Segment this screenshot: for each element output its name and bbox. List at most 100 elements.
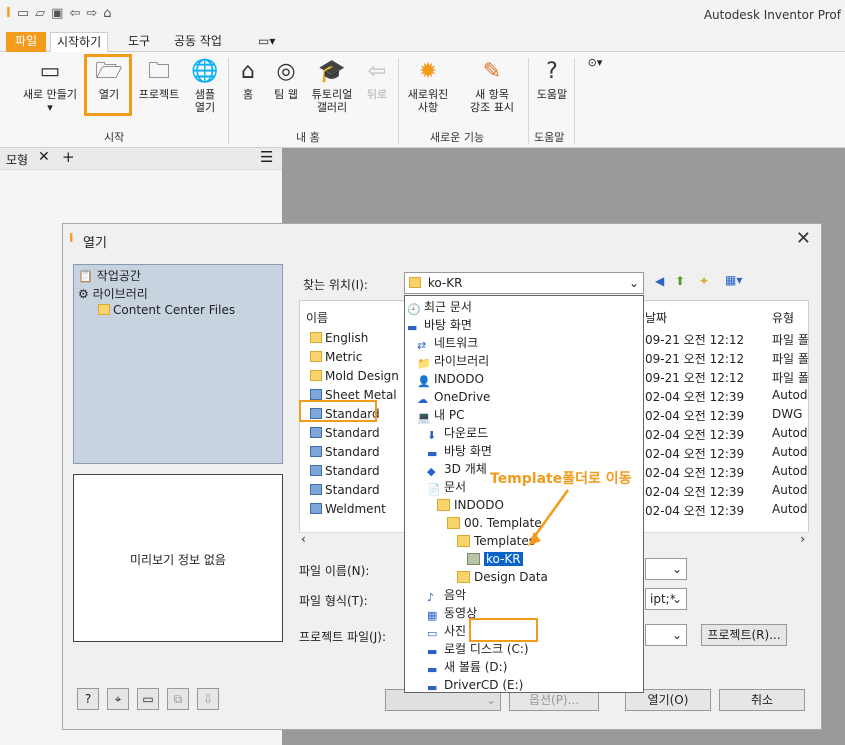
find-icon[interactable]: ⌖ <box>107 688 129 710</box>
home-button[interactable]: ⌂ 홈 <box>232 56 264 101</box>
file-name: Standard <box>325 483 380 497</box>
dropdown-item[interactable]: 🕘 최근 문서 <box>407 298 472 316</box>
cancel-button[interactable]: 취소 <box>719 689 805 711</box>
close-icon[interactable]: ✕ <box>38 149 50 165</box>
help-icon[interactable]: ? <box>77 688 99 710</box>
import-icon[interactable]: ⇩ <box>197 688 219 710</box>
file-row[interactable]: Standard <box>310 445 380 463</box>
close-icon[interactable]: ✕ <box>796 228 811 249</box>
dropdown-item[interactable]: ⬇ 다운로드 <box>427 424 488 442</box>
projectfile-combo[interactable]: ⌄ <box>645 624 687 646</box>
new-document-icon: ▭ <box>39 58 61 84</box>
dropdown-item[interactable]: 00. Template <box>447 514 542 532</box>
menu-icon[interactable]: ☰ <box>260 148 273 166</box>
dropdown-item-label: 3D 개체 <box>444 462 487 476</box>
file-row[interactable]: Metric <box>310 350 362 368</box>
dropdown-item[interactable]: ◆ 3D 개체 <box>427 460 487 478</box>
new-document-icon[interactable]: ▭ <box>137 688 159 710</box>
scroll-left-icon[interactable]: ‹ <box>301 532 306 546</box>
file-type: 파일 폴 <box>772 352 809 366</box>
place-library[interactable]: ⚙ 라이브러리 <box>78 285 148 302</box>
dropdown-item[interactable]: 📁 라이브러리 <box>417 352 489 370</box>
user-icon: 👤 <box>417 375 431 388</box>
back-icon[interactable]: ◀ <box>655 274 664 288</box>
dropdown-item[interactable]: ▬ 바탕 화면 <box>407 316 472 334</box>
video-icon: ▦ <box>427 609 438 622</box>
file-name: Standard <box>325 426 380 440</box>
tab-file[interactable]: 파일 <box>6 32 46 52</box>
dropdown-item[interactable]: ▭ 사진 <box>427 622 466 640</box>
view-menu-icon[interactable]: ▦▾ <box>725 273 742 287</box>
new-file-icon[interactable]: ▭ <box>17 6 29 21</box>
dropdown-item-label: 새 볼륨 (D:) <box>444 660 508 674</box>
dropdown-item[interactable]: ▬ 로컬 디스크 (C:) <box>427 640 529 658</box>
dropdown-item[interactable]: 👤 INDODO <box>417 370 484 388</box>
dropdown-item[interactable]: Design Data <box>457 568 548 586</box>
tutorial-gallery-button[interactable]: 🎓 튜토리얼 갤러리 <box>306 56 358 114</box>
tab-tools[interactable]: 도구 <box>122 32 156 52</box>
highlight-new-button[interactable]: ✎ 새 항목 강조 표시 <box>460 56 524 114</box>
save-icon[interactable]: ▣ <box>51 6 63 21</box>
group-separator <box>574 58 575 144</box>
open-samples-button[interactable]: 🌐 샘플 열기 <box>186 56 224 114</box>
redo-icon[interactable]: ⇨ <box>86 6 97 21</box>
place-content-center[interactable]: Content Center Files <box>98 303 235 317</box>
team-web-button[interactable]: ◎ 팀 웹 <box>268 56 304 101</box>
back-button[interactable]: ⇦ 뒤로 <box>360 56 394 101</box>
dropdown-item[interactable]: ▬ 새 볼륨 (D:) <box>427 658 507 676</box>
new-button[interactable]: ▭ 새로 만들기 ▾ <box>18 56 82 114</box>
dropdown-item[interactable]: INDODO <box>437 496 504 514</box>
template-file-icon <box>310 446 322 457</box>
dropdown-item[interactable]: 📄 문서 <box>427 478 466 496</box>
file-row[interactable]: English <box>310 331 368 349</box>
column-header-date[interactable]: 날짜 <box>645 309 667 327</box>
file-type: Autod <box>772 388 808 402</box>
project-button[interactable]: 프로젝트(R)... <box>701 624 787 646</box>
file-row[interactable]: Standard <box>310 426 380 444</box>
file-type: Autod <box>772 426 808 440</box>
lightbulb-icon: ✹ <box>418 58 438 84</box>
tab-collab[interactable]: 공동 작업 <box>168 32 228 52</box>
model-browser-header: 모형 ✕ + ☰ <box>0 148 282 170</box>
dropdown-item[interactable]: Templates <box>457 532 535 550</box>
folder-icon <box>310 332 322 343</box>
dropdown-item-label: INDODO <box>434 372 484 386</box>
dropdown-item[interactable]: ▬ 바탕 화면 <box>427 442 492 460</box>
scroll-right-icon[interactable]: › <box>800 532 805 546</box>
file-date: 09-21 오전 12:12 <box>645 333 745 347</box>
open-file-icon[interactable]: ▱ <box>35 6 45 21</box>
copy-icon[interactable]: ⧉ <box>167 688 189 710</box>
group-separator <box>228 58 229 144</box>
home-icon[interactable]: ⌂ <box>103 6 111 21</box>
quick-access-toolbar: I ▭ ▱ ▣ ⇦ ⇨ ⌂ <box>6 6 112 21</box>
filename-combo[interactable]: ⌄ <box>645 558 687 580</box>
dropdown-item[interactable]: ⇄ 네트워크 <box>417 334 478 352</box>
dropdown-item[interactable]: ko-KR <box>467 550 523 568</box>
column-header-type[interactable]: 유형 <box>772 309 794 327</box>
file-row[interactable]: Standard <box>310 483 380 501</box>
file-row[interactable]: Mold Design <box>310 369 399 387</box>
file-row[interactable]: Standard <box>310 464 380 482</box>
tab-start[interactable]: 시작하기 <box>50 32 109 52</box>
place-workspace[interactable]: 📋 작업공간 <box>78 267 141 284</box>
projects-icon: 🗀 <box>147 58 170 84</box>
ribbon-display-icon[interactable]: ▭▾ <box>252 32 281 52</box>
dropdown-item[interactable]: ☁ OneDrive <box>417 388 490 406</box>
undo-icon[interactable]: ⇦ <box>69 6 80 21</box>
up-folder-icon[interactable]: ⬆ <box>675 274 685 288</box>
add-icon[interactable]: + <box>62 148 75 166</box>
dropdown-item[interactable]: 💻 내 PC <box>417 406 464 424</box>
dropdown-item-label: 내 PC <box>434 408 465 422</box>
help-button[interactable]: ? 도움말 <box>532 56 572 101</box>
dropdown-item[interactable]: ♪ 음악 <box>427 586 466 604</box>
more-options-icon[interactable]: ⊙▾ <box>580 56 610 69</box>
column-header-name[interactable]: 이름 <box>306 309 328 327</box>
filetype-combo[interactable]: ipt;* ⌄ <box>645 588 687 610</box>
file-row[interactable]: Weldment <box>310 502 386 520</box>
dropdown-item[interactable]: ▬ DriverCD (E:) <box>427 676 523 694</box>
file-date: 02-04 오전 12:39 <box>645 428 745 442</box>
lookin-combo[interactable]: ko-KR ⌄ <box>404 272 644 294</box>
whats-new-button[interactable]: ✹ 새로워진 사항 <box>402 56 454 114</box>
projects-button[interactable]: 🗀 프로젝트 <box>133 56 185 101</box>
new-folder-icon[interactable]: ✦ <box>699 274 709 288</box>
